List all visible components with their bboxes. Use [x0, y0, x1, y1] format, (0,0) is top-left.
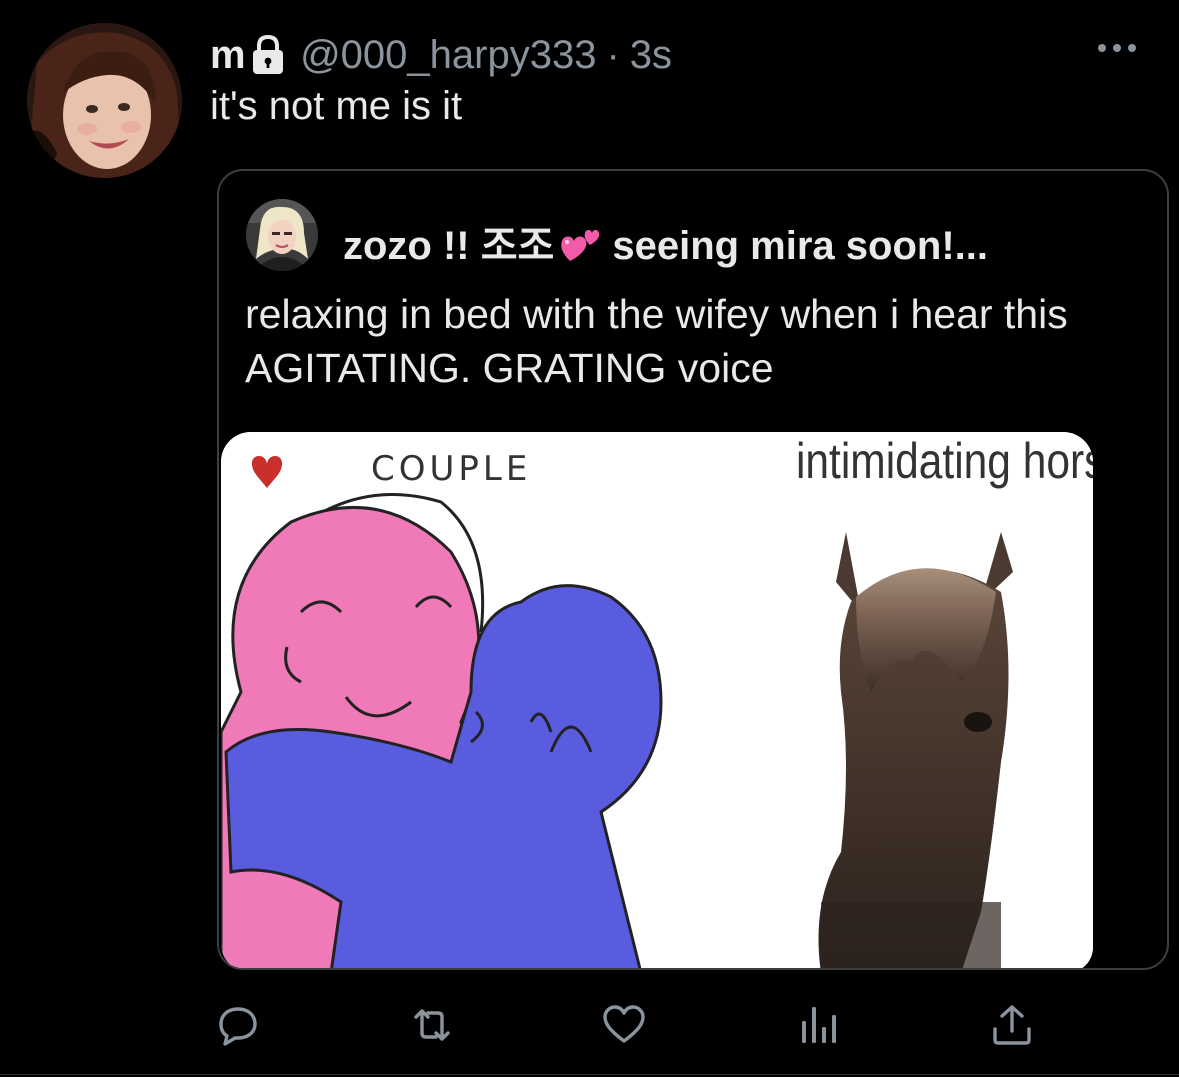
display-name[interactable]: m	[210, 33, 246, 78]
quoted-display-name[interactable]: zozo !! 조조 seeing mira soon!...	[343, 213, 988, 271]
lock-icon	[250, 34, 286, 76]
quoted-avatar-image	[246, 199, 318, 271]
tweet-actions-bar	[0, 1003, 1179, 1047]
tweet[interactable]: m @000_harpy333 · 3s it's not me is it z…	[0, 0, 1179, 1077]
quoted-tweet-text: relaxing in bed with the wifey when i he…	[245, 291, 1068, 391]
separator: ·	[606, 32, 620, 77]
analytics-icon[interactable]	[798, 1003, 842, 1047]
timestamp[interactable]: 3s	[630, 33, 672, 78]
avatar-image	[27, 23, 182, 178]
quoted-tweet-card[interactable]: zozo !! 조조 seeing mira soon!... relaxing …	[217, 169, 1169, 970]
quoted-name-part-1: zozo !! 조조	[343, 224, 555, 268]
retweet-icon[interactable]	[410, 1003, 454, 1047]
more-horizontal-icon[interactable]	[1096, 40, 1138, 56]
heart-icon[interactable]	[602, 1003, 646, 1047]
caption-intimidating-horse: intimidating horse	[796, 433, 1093, 489]
quoted-name-part-2: seeing mira soon!...	[612, 224, 988, 268]
user-handle[interactable]: @000_harpy333	[300, 33, 596, 78]
caption-couple: COUPLE	[371, 449, 531, 489]
divider	[0, 1074, 1179, 1075]
share-icon[interactable]	[990, 1003, 1034, 1047]
user-avatar[interactable]	[27, 23, 182, 178]
quoted-user-avatar[interactable]	[246, 199, 318, 271]
quoted-media-image[interactable]: COUPLE intimidating horse	[221, 432, 1093, 968]
reply-icon[interactable]	[216, 1003, 260, 1047]
two-hearts-emoji-icon	[560, 227, 604, 263]
tweet-text: it's not me is it	[210, 84, 463, 128]
tweet-header: m @000_harpy333 · 3s	[210, 30, 672, 80]
